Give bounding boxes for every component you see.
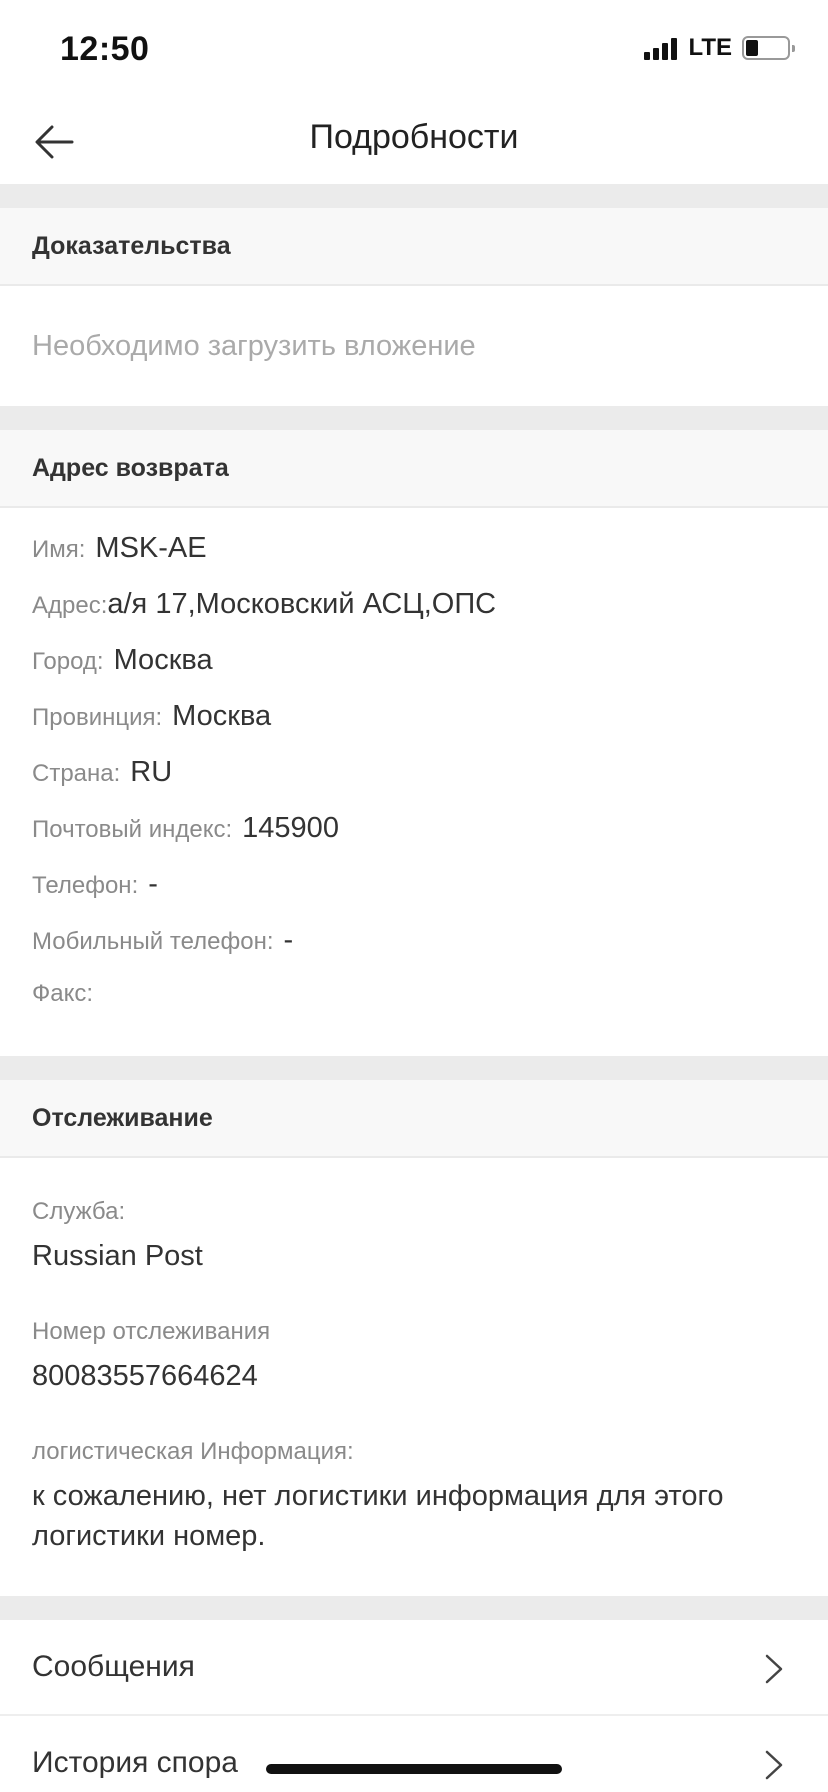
address-row-mobile: Мобильный телефон: - <box>32 924 828 980</box>
phone-value: - <box>148 868 158 900</box>
address-row-phone: Телефон: - <box>32 868 828 924</box>
section-divider <box>0 1596 828 1620</box>
province-label: Провинция: <box>32 704 163 731</box>
province-value: Москва <box>172 700 272 732</box>
section-divider <box>0 1056 828 1080</box>
battery-icon <box>742 36 795 60</box>
city-value: Москва <box>113 644 213 676</box>
navigation-bar: Подробности <box>0 100 828 184</box>
address-row-province: Провинция: Москва <box>32 700 828 756</box>
address-row-fax: Факс: <box>32 980 828 1036</box>
status-indicators: LTE <box>644 34 795 62</box>
logistics-value: к сожалению, нет логистики информация дл… <box>32 1480 724 1552</box>
tracking-number-label: Номер отслеживания <box>32 1318 271 1345</box>
network-type: LTE <box>688 34 732 61</box>
messages-label: Сообщения <box>32 1650 195 1683</box>
return-address-details: Имя: MSK-AE Адрес: а/я 17,Московский АСЦ… <box>0 508 828 1056</box>
tracking-number-block: Номер отслеживания 80083557664624 <box>32 1316 796 1396</box>
address-row-address: Адрес: а/я 17,Московский АСЦ,ОПС <box>32 588 828 644</box>
fax-label: Факс: <box>32 980 94 1007</box>
chevron-right-icon <box>765 1750 783 1780</box>
service-label: Служба: <box>32 1198 126 1225</box>
address-label: Адрес: <box>32 592 108 619</box>
address-value: а/я 17,Московский АСЦ,ОПС <box>107 588 497 620</box>
dispute-history-label: История спора <box>32 1746 238 1779</box>
logistics-label: логистическая Информация: <box>32 1438 354 1465</box>
evidence-upload-placeholder[interactable]: Необходимо загрузить вложение <box>0 286 828 406</box>
service-value: Russian Post <box>32 1240 203 1272</box>
address-row-name: Имя: MSK-AE <box>32 532 828 588</box>
status-bar: 12:50 LTE <box>0 0 828 100</box>
return-address-header: Адрес возврата <box>0 430 828 508</box>
signal-icon <box>644 36 680 60</box>
name-value: MSK-AE <box>95 532 207 564</box>
status-time: 12:50 <box>60 30 150 68</box>
home-indicator[interactable] <box>266 1764 562 1774</box>
dispute-history-row[interactable]: История спора <box>0 1716 828 1792</box>
tracking-number-value[interactable]: 80083557664624 <box>32 1356 796 1396</box>
logistics-info-block: логистическая Информация: к сожалению, н… <box>32 1436 796 1556</box>
section-divider <box>0 406 828 430</box>
tracking-details: Служба: Russian Post Номер отслеживания … <box>0 1158 828 1596</box>
chevron-right-icon <box>765 1654 783 1684</box>
country-label: Страна: <box>32 760 121 787</box>
phone-label: Телефон: <box>32 872 139 899</box>
city-label: Город: <box>32 648 104 675</box>
page-title: Подробности <box>309 118 519 156</box>
mobile-label: Мобильный телефон: <box>32 928 274 955</box>
tracking-service-block: Служба: Russian Post <box>32 1196 796 1276</box>
tracking-header: Отслеживание <box>0 1080 828 1158</box>
messages-row[interactable]: Сообщения <box>0 1620 828 1716</box>
zip-label: Почтовый индекс: <box>32 816 233 843</box>
battery-level <box>746 40 758 56</box>
mobile-value: - <box>283 924 294 956</box>
name-label: Имя: <box>32 536 86 563</box>
section-divider <box>0 184 828 208</box>
country-value: RU <box>130 756 173 788</box>
address-row-country: Страна: RU <box>32 756 828 812</box>
address-row-city: Город: Москва <box>32 644 828 700</box>
zip-value: 145900 <box>242 812 339 844</box>
evidence-header: Доказательства <box>0 208 828 286</box>
address-row-zip: Почтовый индекс: 145900 <box>32 812 828 868</box>
